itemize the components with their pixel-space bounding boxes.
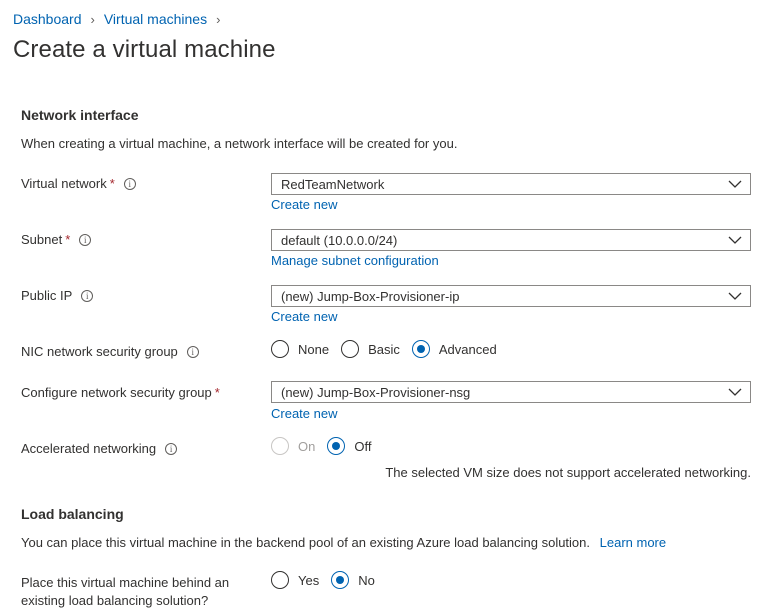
configure-nsg-label: Configure network security group * (21, 385, 220, 400)
breadcrumb-dashboard[interactable]: Dashboard (13, 11, 82, 27)
accelerated-networking-label-text: Accelerated networking (21, 441, 157, 456)
accelerated-networking-note: The selected VM size does not support ac… (385, 465, 751, 480)
info-icon[interactable]: i (81, 289, 94, 302)
subnet-label-text: Subnet (21, 232, 63, 247)
breadcrumb-virtual-machines[interactable]: Virtual machines (104, 11, 207, 27)
nic-nsg-label-text: NIC network security group (21, 344, 178, 359)
radio-circle[interactable] (271, 571, 289, 589)
nic-nsg-option-basic[interactable]: Basic (341, 340, 400, 358)
place-behind-lb-option-yes[interactable]: Yes (271, 571, 319, 589)
place-behind-lb-radio-group: Yes No (271, 570, 387, 590)
required-marker: * (65, 232, 71, 247)
chevron-down-icon (720, 174, 750, 194)
public-ip-value: (new) Jump-Box-Provisioner-ip (281, 288, 460, 304)
place-behind-lb-label: Place this virtual machine behind an exi… (21, 574, 229, 608)
virtual-network-select[interactable]: RedTeamNetwork (271, 173, 751, 195)
radio-circle[interactable] (271, 340, 289, 358)
learn-more-link[interactable]: Learn more (600, 535, 666, 550)
public-ip-create-new-link[interactable]: Create new (271, 309, 337, 324)
radio-label: Advanced (438, 341, 497, 357)
configure-nsg-create-new-link[interactable]: Create new (271, 406, 337, 421)
nic-nsg-option-none[interactable]: None (271, 340, 329, 358)
accelerated-option-on: On (271, 437, 315, 455)
subnet-value: default (10.0.0.0/24) (281, 232, 398, 248)
nic-nsg-radio-group: None Basic Advanced (271, 339, 509, 359)
virtual-network-create-new-link[interactable]: Create new (271, 197, 337, 212)
virtual-network-label: Virtual network * i (21, 176, 136, 191)
radio-circle-selected[interactable] (327, 437, 346, 455)
radio-label: On (298, 438, 316, 454)
required-marker: * (214, 385, 220, 400)
radio-circle-selected[interactable] (411, 340, 430, 358)
accelerated-networking-label: Accelerated networking i (21, 441, 178, 456)
radio-label: Yes (298, 572, 320, 588)
chevron-right-icon: › (216, 11, 221, 27)
radio-circle-disabled (271, 437, 289, 455)
radio-circle[interactable] (341, 340, 360, 358)
public-ip-select[interactable]: (new) Jump-Box-Provisioner-ip (271, 285, 751, 307)
breadcrumb: Dashboard › Virtual machines › (13, 10, 229, 28)
place-behind-lb-option-no[interactable]: No (331, 571, 375, 589)
place-behind-lb-label-line2: existing load balancing solution? (21, 593, 209, 608)
info-icon[interactable]: i (186, 345, 199, 358)
chevron-down-icon (720, 286, 750, 306)
info-icon[interactable]: i (123, 177, 136, 190)
required-marker: * (109, 176, 115, 191)
section-title-network-interface: Network interface (21, 107, 139, 123)
radio-label: No (358, 572, 375, 588)
chevron-right-icon: › (90, 11, 95, 27)
nic-nsg-option-advanced[interactable]: Advanced (411, 340, 497, 358)
chevron-down-icon (720, 230, 750, 250)
network-interface-description: When creating a virtual machine, a netwo… (21, 136, 458, 151)
subnet-label: Subnet * i (21, 232, 92, 247)
manage-subnet-configuration-link[interactable]: Manage subnet configuration (271, 253, 439, 268)
info-icon[interactable]: i (79, 233, 92, 246)
page-title: Create a virtual machine (13, 36, 276, 63)
section-title-load-balancing: Load balancing (21, 506, 124, 522)
virtual-network-label-text: Virtual network (21, 176, 107, 191)
place-behind-lb-label-line1: Place this virtual machine behind an (21, 575, 230, 590)
subnet-select[interactable]: default (10.0.0.0/24) (271, 229, 751, 251)
load-balancing-description: You can place this virtual machine in th… (21, 535, 666, 550)
radio-label: None (298, 341, 330, 357)
configure-nsg-label-text: Configure network security group (21, 385, 212, 400)
nic-nsg-label: NIC network security group i (21, 344, 199, 359)
radio-label: Off (354, 438, 372, 454)
radio-label: Basic (368, 341, 400, 357)
load-balancing-description-text: You can place this virtual machine in th… (21, 535, 591, 550)
accelerated-option-off[interactable]: Off (327, 437, 371, 455)
public-ip-label: Public IP i (21, 288, 94, 303)
configure-nsg-select[interactable]: (new) Jump-Box-Provisioner-nsg (271, 381, 751, 403)
public-ip-label-text: Public IP (21, 288, 73, 303)
accelerated-networking-radio-group: On Off (271, 436, 383, 456)
chevron-down-icon (720, 382, 750, 402)
info-icon[interactable]: i (165, 442, 178, 455)
virtual-network-value: RedTeamNetwork (281, 176, 385, 192)
radio-circle-selected[interactable] (331, 571, 350, 589)
configure-nsg-value: (new) Jump-Box-Provisioner-nsg (281, 384, 471, 400)
